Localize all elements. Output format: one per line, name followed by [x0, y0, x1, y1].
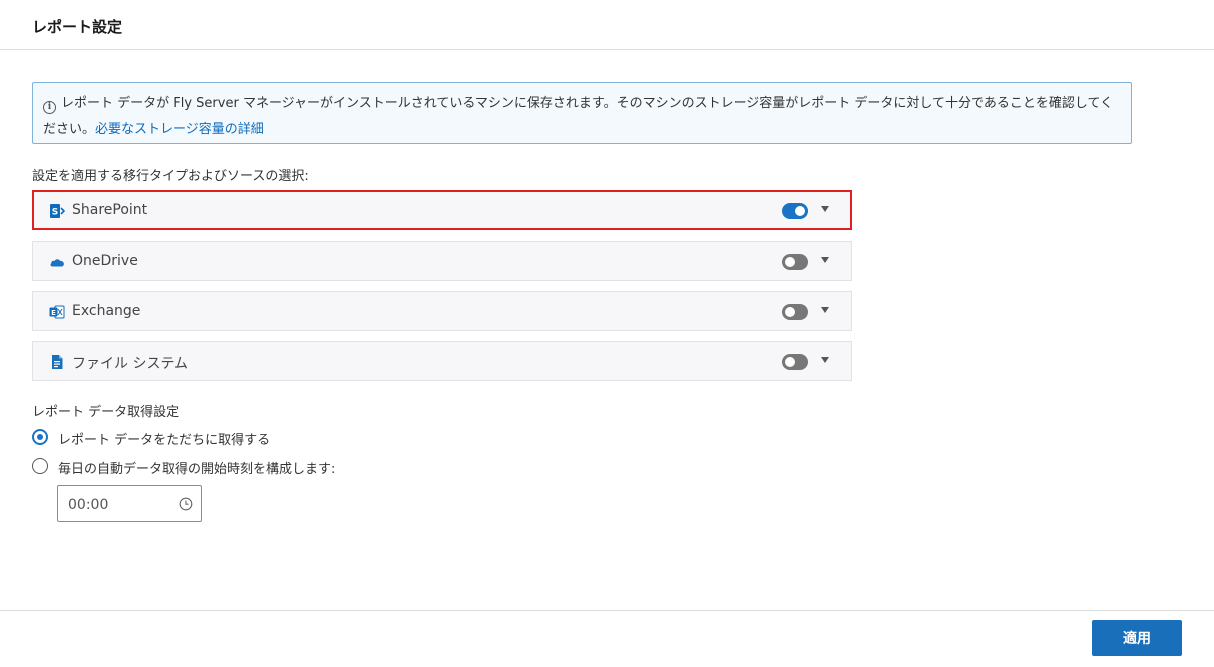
- source-label-exchange: Exchange: [72, 303, 141, 319]
- retrieval-settings-label: レポート データ取得設定: [32, 405, 180, 420]
- chevron-down-icon[interactable]: [821, 307, 829, 313]
- retrieve-now-radio[interactable]: [32, 429, 48, 445]
- source-row-file-system[interactable]: ファイル システム: [32, 341, 852, 381]
- scheduled-retrieval-radio[interactable]: [32, 458, 48, 474]
- source-row-sharepoint[interactable]: S SharePoint: [32, 190, 852, 230]
- scheduled-retrieval-label: 毎日の自動データ取得の開始時刻を構成します:: [58, 462, 336, 477]
- svg-text:S: S: [52, 208, 58, 218]
- source-selection-label: 設定を適用する移行タイプおよびソースの選択:: [32, 169, 309, 184]
- chevron-down-icon[interactable]: [821, 257, 829, 263]
- exchange-toggle[interactable]: [782, 304, 808, 320]
- start-time-field[interactable]: [57, 485, 202, 522]
- onedrive-toggle[interactable]: [782, 254, 808, 270]
- exchange-icon: E: [49, 305, 65, 319]
- storage-details-link[interactable]: 必要なストレージ容量の詳細: [95, 122, 264, 137]
- file-system-toggle[interactable]: [782, 354, 808, 370]
- page-header: レポート設定: [0, 0, 1214, 50]
- source-row-onedrive[interactable]: OneDrive: [32, 241, 852, 281]
- sharepoint-icon: S: [50, 204, 65, 218]
- clock-icon[interactable]: [179, 497, 193, 511]
- source-row-exchange[interactable]: E Exchange: [32, 291, 852, 331]
- file-system-icon: [52, 355, 63, 369]
- info-icon: i: [43, 101, 56, 114]
- source-label-sharepoint: SharePoint: [72, 202, 148, 218]
- storage-info-banner: i レポート データが Fly Server マネージャーがインストールされている…: [32, 82, 1132, 144]
- sharepoint-toggle[interactable]: [782, 203, 808, 219]
- onedrive-icon: [50, 259, 64, 267]
- chevron-down-icon[interactable]: [821, 206, 829, 212]
- source-label-onedrive: OneDrive: [72, 253, 138, 269]
- chevron-down-icon[interactable]: [821, 357, 829, 363]
- svg-text:E: E: [51, 309, 56, 317]
- start-time-input[interactable]: [68, 495, 168, 515]
- page-title: レポート設定: [32, 18, 123, 36]
- source-label-file-system: ファイル システム: [72, 356, 189, 372]
- retrieve-now-label: レポート データをただちに取得する: [58, 433, 271, 448]
- apply-button[interactable]: 適用: [1092, 620, 1182, 656]
- page-footer: 適用: [0, 610, 1214, 667]
